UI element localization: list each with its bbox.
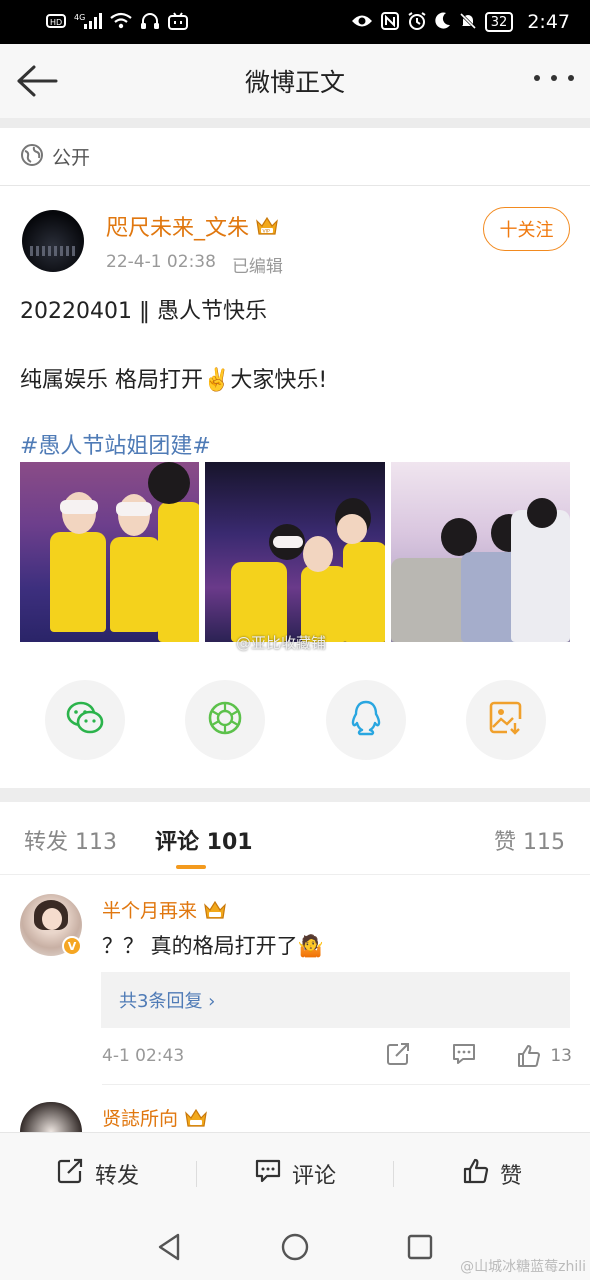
save-image-icon <box>489 701 523 739</box>
repost-icon[interactable] <box>386 1042 412 1070</box>
author-avatar[interactable] <box>22 210 84 272</box>
nav-recents-icon[interactable] <box>407 1232 433 1266</box>
post-image-3[interactable] <box>391 462 570 642</box>
wifi-icon <box>110 12 132 33</box>
repost-label: 转发 <box>94 1163 139 1189</box>
post-image-1[interactable] <box>20 462 199 642</box>
tab-indicator <box>176 865 206 869</box>
like-button[interactable]: 赞 <box>394 1158 590 1190</box>
edited-label[interactable]: 已编辑 <box>232 252 283 277</box>
comment-like-count: 13 <box>550 1046 572 1066</box>
comment-button[interactable]: 评论 <box>197 1158 393 1190</box>
eye-icon <box>351 13 373 32</box>
tab-repost[interactable]: 转发 113 <box>24 824 117 856</box>
image-watermark: @亚比收藏铺 <box>236 634 327 652</box>
nfc-icon <box>380 11 399 33</box>
moon-icon <box>435 12 451 33</box>
author-name-text[interactable]: 咫尺未来_文朱 <box>106 210 249 242</box>
battery-indicator: 32 <box>484 12 514 32</box>
vip-crown-icon: VIP <box>255 215 279 237</box>
status-right: 32 2:47 <box>351 11 570 33</box>
divider <box>0 874 590 875</box>
comment-author-text[interactable]: 半个月再来 <box>102 896 197 923</box>
comment-avatar[interactable] <box>20 1102 82 1132</box>
share-wechat-button[interactable] <box>45 680 125 760</box>
author-name[interactable]: 咫尺未来_文朱 VIP <box>106 210 279 242</box>
mute-icon <box>459 12 477 33</box>
bottom-action-bar: 转发 评论 赞 <box>0 1132 590 1214</box>
post-text-line-1: 20220401 ‖ 愚人节快乐 <box>20 299 267 324</box>
hashtag-link[interactable]: #愚人节站姐团建# <box>20 428 211 460</box>
nav-home-icon[interactable] <box>281 1232 309 1266</box>
divider <box>0 118 590 128</box>
signal-4g-icon: 4G <box>74 12 102 33</box>
post-meta: 22-4-1 02:38 已编辑 <box>106 252 283 277</box>
comment-like-button[interactable]: 13 <box>516 1044 572 1068</box>
repost-button[interactable]: 转发 <box>0 1158 196 1190</box>
comment-icon <box>254 1158 282 1190</box>
alarm-icon <box>407 11 427 33</box>
status-left: HD 4G <box>46 11 188 33</box>
comment-author[interactable]: 半个月再来 <box>102 896 227 923</box>
comment-author-text[interactable]: 贤誌所向 <box>102 1104 178 1131</box>
like-label: 赞 <box>499 1163 522 1189</box>
svg-text:VIP: VIP <box>263 228 270 234</box>
back-arrow-icon[interactable] <box>16 64 58 98</box>
verified-badge-icon: V <box>62 936 82 956</box>
view-replies-button[interactable]: 共3条回复 › <box>101 972 570 1028</box>
comment-time: 4-1 02:43 <box>102 1046 185 1066</box>
tab-likes[interactable]: 赞 115 <box>494 824 565 856</box>
share-moments-button[interactable] <box>185 680 265 760</box>
follow-button[interactable]: 十关注 <box>483 207 570 251</box>
hd-icon: HD <box>46 13 66 32</box>
globe-icon <box>20 143 44 171</box>
thumbs-up-icon <box>462 1158 490 1190</box>
thumbs-up-icon <box>518 1045 541 1067</box>
headphones-icon <box>140 12 160 33</box>
tab-comments[interactable]: 评论 101 <box>155 824 253 856</box>
qq-icon <box>349 699 383 741</box>
post-date: 22-4-1 02:38 <box>106 252 216 272</box>
status-time: 2:47 <box>527 11 570 33</box>
nav-back-icon[interactable] <box>156 1232 182 1266</box>
save-image-button[interactable] <box>466 680 546 760</box>
nav-bar: 微博正文 <box>0 44 590 118</box>
screenshot-watermark: @山城冰糖蓝莓zhili <box>460 1259 586 1275</box>
comment-text: ？？ 真的格局打开了🤷 <box>102 934 324 958</box>
divider <box>102 1084 590 1085</box>
comment-author[interactable]: 贤誌所向 <box>102 1104 208 1131</box>
share-qq-button[interactable] <box>326 680 406 760</box>
visibility-row: 公开 <box>0 128 590 186</box>
svg-text:4G: 4G <box>74 13 85 22</box>
wechat-icon <box>66 701 104 739</box>
comment-icon[interactable] <box>451 1042 477 1070</box>
bilibili-icon <box>168 11 188 33</box>
visibility-label: 公开 <box>52 147 91 169</box>
svg-text:HD: HD <box>50 18 62 27</box>
comment-actions: 13 <box>386 1043 572 1069</box>
page-title: 微博正文 <box>244 68 345 97</box>
more-icon[interactable] <box>534 68 574 88</box>
post-text-line-2: 纯属娱乐 格局打开✌️大家快乐! <box>20 368 328 393</box>
vip-crown-icon <box>203 899 227 921</box>
repost-icon <box>57 1158 85 1190</box>
status-bar: HD 4G 32 2:47 <box>0 0 590 44</box>
vip-crown-icon <box>184 1107 208 1129</box>
moments-icon <box>207 700 243 740</box>
divider <box>0 788 590 802</box>
comment-label: 评论 <box>291 1163 336 1189</box>
post-image-2[interactable] <box>205 462 385 642</box>
